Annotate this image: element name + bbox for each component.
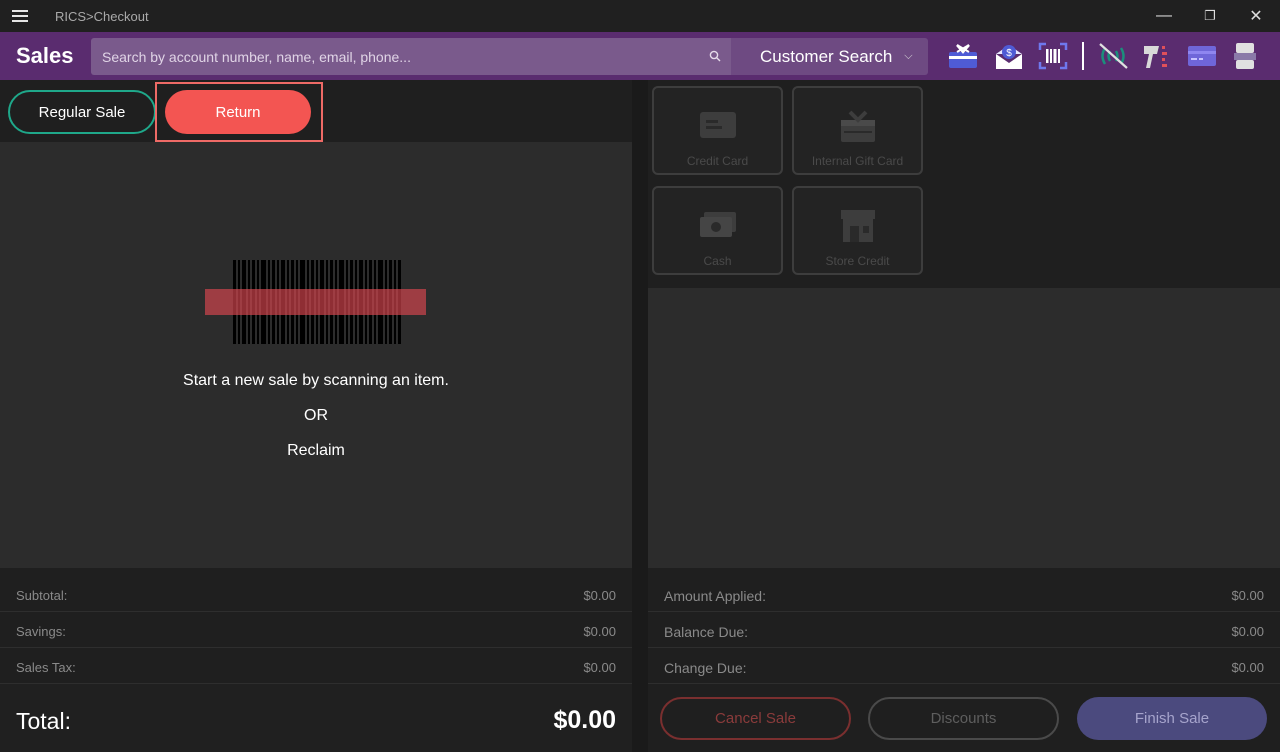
amount-applied-label: Amount Applied: <box>664 588 766 604</box>
search-icon[interactable] <box>709 50 721 62</box>
savings-value: $0.00 <box>583 624 616 639</box>
gift-icon <box>841 110 875 142</box>
reclaim-link[interactable]: Reclaim <box>0 442 632 460</box>
title-bar: RICS>Checkout — ❐ ✕ <box>0 0 1280 32</box>
cart-empty-state: Start a new sale by scanning an item. OR… <box>0 142 632 568</box>
page-title: Sales <box>16 43 74 68</box>
sale-totals: Subtotal: $0.00 Savings: $0.00 Sales Tax… <box>0 576 632 684</box>
minimize-button[interactable]: — <box>1141 0 1187 32</box>
hamburger-menu-icon[interactable] <box>10 8 30 24</box>
customer-search-label: Customer Search <box>760 46 893 66</box>
subtotal-row: Subtotal: $0.00 <box>0 576 632 612</box>
store-icon <box>841 210 875 242</box>
tender-label: Credit Card <box>686 154 749 168</box>
tender-internal-gift-card[interactable]: Internal Gift Card <box>792 86 923 175</box>
regular-sale-button[interactable]: Regular Sale <box>8 90 156 134</box>
restore-button[interactable]: ❐ <box>1187 0 1233 32</box>
app-header: Sales Customer Search ⌵ $ <box>0 32 1280 80</box>
savings-label: Savings: <box>16 624 66 639</box>
sales-tax-value: $0.00 <box>583 660 616 675</box>
chevron-down-icon: ⌵ <box>904 50 913 62</box>
subtotal-value: $0.00 <box>583 588 616 603</box>
search-box <box>91 38 731 75</box>
savings-row: Savings: $0.00 <box>0 612 632 648</box>
scan-line <box>205 289 426 315</box>
cancel-sale-button[interactable]: Cancel Sale <box>660 697 851 740</box>
pane-divider <box>632 80 648 752</box>
sale-mode-bar: Regular Sale Return <box>0 80 632 142</box>
scan-instruction: Start a new sale by scanning an item. <box>183 372 449 389</box>
change-due-label: Change Due: <box>664 660 747 676</box>
tender-label: Internal Gift Card <box>811 154 904 168</box>
search-input[interactable] <box>91 38 701 75</box>
total-row: Total: $0.00 <box>0 684 632 752</box>
change-due-value: $0.00 <box>1231 660 1264 675</box>
wireless-off-icon[interactable] <box>1096 40 1130 72</box>
applied-payments-panel <box>648 288 1280 568</box>
tender-credit-card[interactable]: Credit Card <box>652 86 783 175</box>
balance-due-row: Balance Due: $0.00 <box>648 612 1280 648</box>
tender-store-credit[interactable]: Store Credit <box>792 186 923 275</box>
return-button[interactable]: Return <box>165 90 311 134</box>
total-value: $0.00 <box>553 706 616 734</box>
scanner-gun-icon[interactable] <box>1140 40 1174 72</box>
balance-due-label: Balance Due: <box>664 624 749 640</box>
discounts-button[interactable]: Discounts <box>868 697 1059 740</box>
barcode-scan-icon[interactable] <box>1036 40 1070 72</box>
sales-tax-row: Sales Tax: $0.00 <box>0 648 632 684</box>
toolbar-divider <box>1082 42 1084 70</box>
payment-pane: Credit Card Internal Gift Card Cash Stor… <box>648 80 1280 752</box>
cart-pane: Regular Sale Return Start a new sale by … <box>0 80 632 752</box>
mail-dollar-icon[interactable]: $ <box>992 40 1026 72</box>
subtotal-label: Subtotal: <box>16 588 68 603</box>
payment-totals: Amount Applied: $0.00 Balance Due: $0.00… <box>648 576 1280 684</box>
tender-label: Cash <box>703 254 732 268</box>
amount-applied-row: Amount Applied: $0.00 <box>648 576 1280 612</box>
amount-applied-value: $0.00 <box>1231 588 1264 603</box>
sales-tax-label: Sales Tax: <box>16 660 76 675</box>
credit-card-icon <box>700 112 736 138</box>
svg-text:$: $ <box>1006 48 1012 59</box>
cash-icon <box>700 212 736 237</box>
sale-actions: Cancel Sale Discounts Finish Sale <box>648 684 1280 752</box>
tender-label: Store Credit <box>825 254 890 268</box>
finish-sale-button[interactable]: Finish Sale <box>1077 697 1267 740</box>
credit-card-icon[interactable] <box>1185 40 1219 72</box>
gift-card-icon[interactable] <box>946 40 980 72</box>
tender-cash[interactable]: Cash <box>652 186 783 275</box>
or-label: OR <box>304 407 328 424</box>
receipt-printer-icon[interactable] <box>1228 40 1262 72</box>
close-button[interactable]: ✕ <box>1233 0 1279 32</box>
customer-search-dropdown[interactable]: Customer Search ⌵ <box>731 38 928 75</box>
window-title: RICS>Checkout <box>55 9 149 24</box>
change-due-row: Change Due: $0.00 <box>648 648 1280 684</box>
balance-due-value: $0.00 <box>1231 624 1264 639</box>
total-label: Total: <box>16 708 71 734</box>
